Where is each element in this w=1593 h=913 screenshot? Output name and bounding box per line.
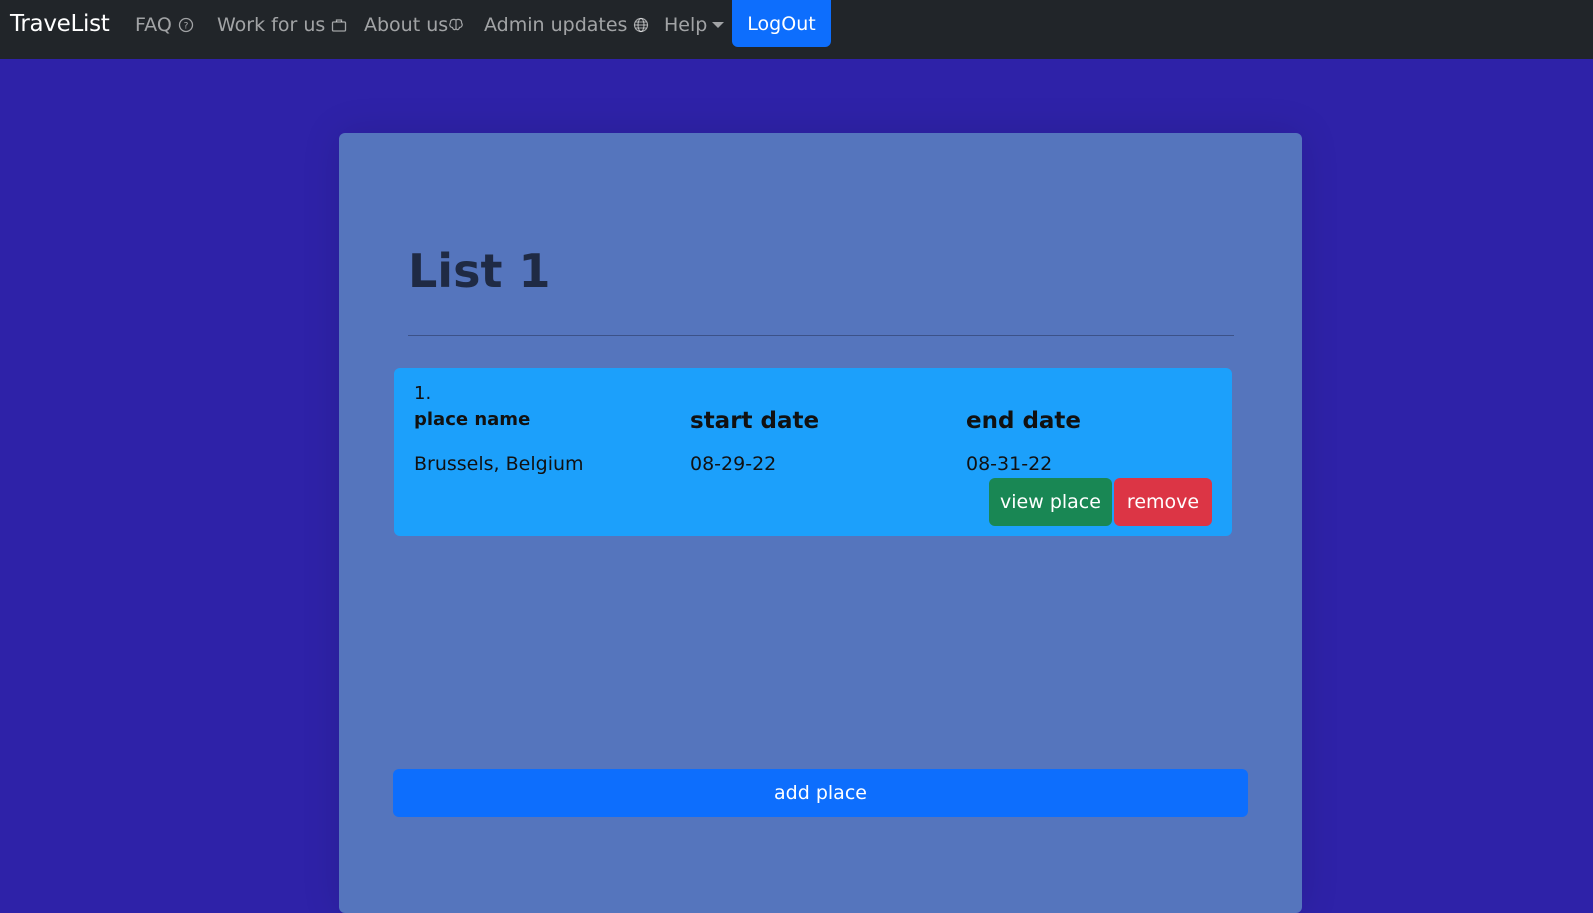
nav-about-us[interactable]: About us (364, 14, 464, 36)
nav-faq-label: FAQ (135, 14, 172, 36)
remove-place-button[interactable]: remove (1114, 478, 1212, 526)
brand-logo[interactable]: TraveList (10, 11, 110, 37)
globe-icon (634, 17, 649, 33)
nav-admin-updates[interactable]: Admin updates (484, 14, 649, 36)
nav-work-label: Work for us (217, 14, 326, 36)
end-date-value: 08-31-22 (966, 453, 1053, 475)
start-date-value: 08-29-22 (690, 453, 777, 475)
svg-text:?: ? (183, 22, 188, 32)
list-title: List 1 (408, 244, 551, 298)
place-name-header: place name (414, 409, 531, 430)
start-date-header: start date (690, 408, 820, 434)
nav-help-dropdown[interactable]: Help (664, 14, 725, 36)
briefcase-icon (332, 19, 347, 32)
view-place-button[interactable]: view place (989, 478, 1112, 526)
navbar: TraveList FAQ ? Work for us About us Adm… (0, 0, 1593, 59)
end-date-header: end date (966, 408, 1082, 434)
nav-work-for-us[interactable]: Work for us (217, 14, 347, 36)
title-divider (408, 335, 1234, 336)
place-index: 1. (414, 383, 432, 404)
nav-help-label: Help (664, 14, 708, 36)
caret-down-icon (712, 22, 725, 28)
add-place-button[interactable]: add place (393, 769, 1248, 817)
logout-button[interactable]: LogOut (732, 0, 831, 47)
question-circle-icon: ? (178, 17, 193, 33)
place-name-value: Brussels, Belgium (414, 453, 584, 475)
nav-faq[interactable]: FAQ ? (135, 14, 194, 36)
brain-icon (449, 18, 463, 31)
nav-about-label: About us (364, 14, 449, 36)
nav-admin-label: Admin updates (484, 14, 628, 36)
